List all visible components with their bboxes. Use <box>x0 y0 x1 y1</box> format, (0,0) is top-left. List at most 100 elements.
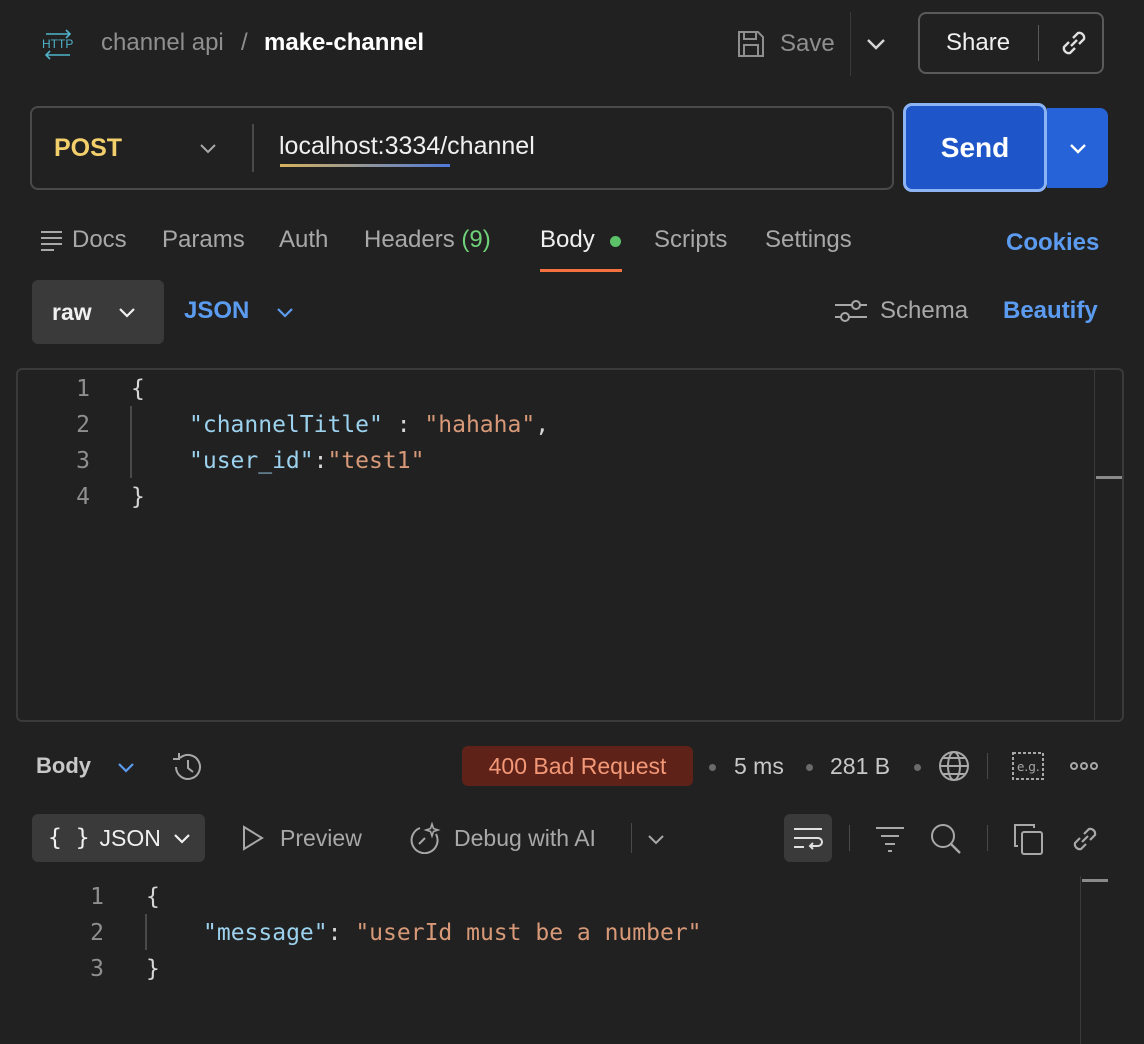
more-icon[interactable] <box>1067 749 1101 783</box>
active-tab-underline <box>540 269 622 272</box>
braces-icon: { } <box>48 825 90 851</box>
editor-scrollbar-thumb[interactable] <box>1096 476 1122 479</box>
json-key: "message" <box>203 920 328 946</box>
chevron-down-icon[interactable] <box>196 136 220 160</box>
globe-icon[interactable] <box>937 749 971 783</box>
json-separator: : <box>313 448 328 474</box>
filter-icon[interactable] <box>874 824 906 854</box>
example-icon[interactable]: e.g. <box>1011 749 1045 783</box>
body-mode-select[interactable]: raw <box>32 280 164 344</box>
tab-headers[interactable]: Headers (9) <box>364 226 491 254</box>
chevron-down-icon[interactable] <box>864 30 888 58</box>
preview-button[interactable]: Preview <box>240 824 362 852</box>
beautify-button[interactable]: Beautify <box>1003 297 1098 325</box>
svg-text:e.g.: e.g. <box>1017 760 1040 774</box>
indent-guide <box>130 406 132 478</box>
body-language-select[interactable]: JSON <box>184 297 249 325</box>
line-number: 4 <box>76 484 90 510</box>
body-mode-label: raw <box>52 298 92 325</box>
separator-dot <box>914 764 921 771</box>
share-button[interactable]: Share <box>918 12 1104 74</box>
chevron-down-icon[interactable] <box>274 300 296 324</box>
chevron-down-icon <box>1069 144 1086 154</box>
line-number: 3 <box>76 448 90 474</box>
ai-sparkle-icon <box>410 822 441 854</box>
request-name[interactable]: make-channel <box>264 29 424 57</box>
response-size[interactable]: 281 B <box>830 753 890 780</box>
tab-params[interactable]: Params <box>162 226 245 254</box>
share-divider <box>1038 25 1039 61</box>
breadcrumb-separator: / <box>241 29 248 56</box>
schema-label: Schema <box>880 297 969 324</box>
debug-label: Debug with AI <box>454 824 596 851</box>
json-line: "channelTitle" : "hahaha", <box>189 412 549 438</box>
format-label: JSON <box>99 824 161 851</box>
wrap-lines-button[interactable] <box>784 814 832 862</box>
response-view-select[interactable]: Body <box>36 753 91 779</box>
json-string-value: "userId must be a number" <box>355 920 702 946</box>
share-label: Share <box>946 29 1011 56</box>
request-body-editor[interactable] <box>16 368 1124 722</box>
tab-headers-label: Headers <box>364 226 455 253</box>
save-icon <box>738 31 764 57</box>
chevron-down-icon[interactable] <box>115 756 137 778</box>
preview-label: Preview <box>280 824 362 851</box>
separator-dot <box>709 764 716 771</box>
breadcrumb-collection[interactable]: channel api <box>101 29 224 57</box>
status-badge[interactable]: 400 Bad Request <box>462 746 693 786</box>
line-number: 3 <box>90 956 104 982</box>
play-icon <box>243 825 264 851</box>
save-button[interactable]: Save <box>736 24 835 64</box>
send-options-button[interactable] <box>1047 108 1108 188</box>
docs-icon <box>41 231 62 251</box>
history-icon[interactable] <box>170 751 204 783</box>
indent-guide <box>145 914 147 950</box>
chevron-down-icon <box>119 308 135 318</box>
json-close-brace: } <box>146 956 160 982</box>
http-icon: HTTP <box>42 29 73 60</box>
line-number: 2 <box>90 920 104 946</box>
response-time[interactable]: 5 ms <box>734 753 784 780</box>
response-scrollbar-track <box>1080 876 1081 1044</box>
json-separator: : <box>327 920 356 946</box>
cookies-link[interactable]: Cookies <box>1006 229 1099 257</box>
chevron-down-icon[interactable] <box>644 827 668 851</box>
wrap-icon <box>794 828 823 850</box>
body-modified-dot <box>610 236 621 247</box>
tab-docs[interactable]: Docs <box>72 226 127 254</box>
json-string-value: "hahaha" <box>424 412 536 438</box>
json-key: "user_id" <box>189 448 314 474</box>
headers-count: (9) <box>461 226 491 253</box>
save-label: Save <box>780 30 835 57</box>
chevron-down-icon <box>174 834 190 844</box>
toolbar-divider <box>987 825 988 851</box>
line-number: 2 <box>76 412 90 438</box>
toolbar-divider <box>849 825 850 851</box>
json-open-brace: { <box>131 376 145 402</box>
link-icon[interactable] <box>1068 822 1102 856</box>
separator-dot <box>806 764 813 771</box>
schema-button[interactable]: Schema <box>834 297 968 325</box>
url-input[interactable]: localhost:3334/channel <box>279 132 535 161</box>
response-format-select[interactable]: { } JSON <box>32 814 205 862</box>
copy-icon[interactable] <box>1012 822 1044 856</box>
tab-scripts[interactable]: Scripts <box>654 226 727 254</box>
debug-with-ai-button[interactable]: Debug with AI <box>410 822 596 854</box>
editor-scrollbar-track <box>1094 370 1095 720</box>
url-variable-underline <box>280 164 450 167</box>
toolbar-divider <box>631 823 632 853</box>
svg-text:HTTP: HTTP <box>42 37 73 51</box>
json-line: "user_id":"test1" <box>189 448 424 474</box>
send-button[interactable]: Send <box>903 103 1047 192</box>
response-scrollbar-thumb[interactable] <box>1082 879 1108 882</box>
search-icon[interactable] <box>929 822 963 856</box>
json-separator: : <box>382 412 425 438</box>
method-select[interactable]: POST <box>54 134 122 163</box>
tab-auth[interactable]: Auth <box>279 226 328 254</box>
json-open-brace: { <box>146 884 160 910</box>
tab-settings[interactable]: Settings <box>765 226 852 254</box>
tab-body[interactable]: Body <box>540 226 595 254</box>
line-number: 1 <box>76 376 90 402</box>
json-key: "channelTitle" <box>189 412 383 438</box>
link-icon[interactable] <box>1057 26 1091 60</box>
